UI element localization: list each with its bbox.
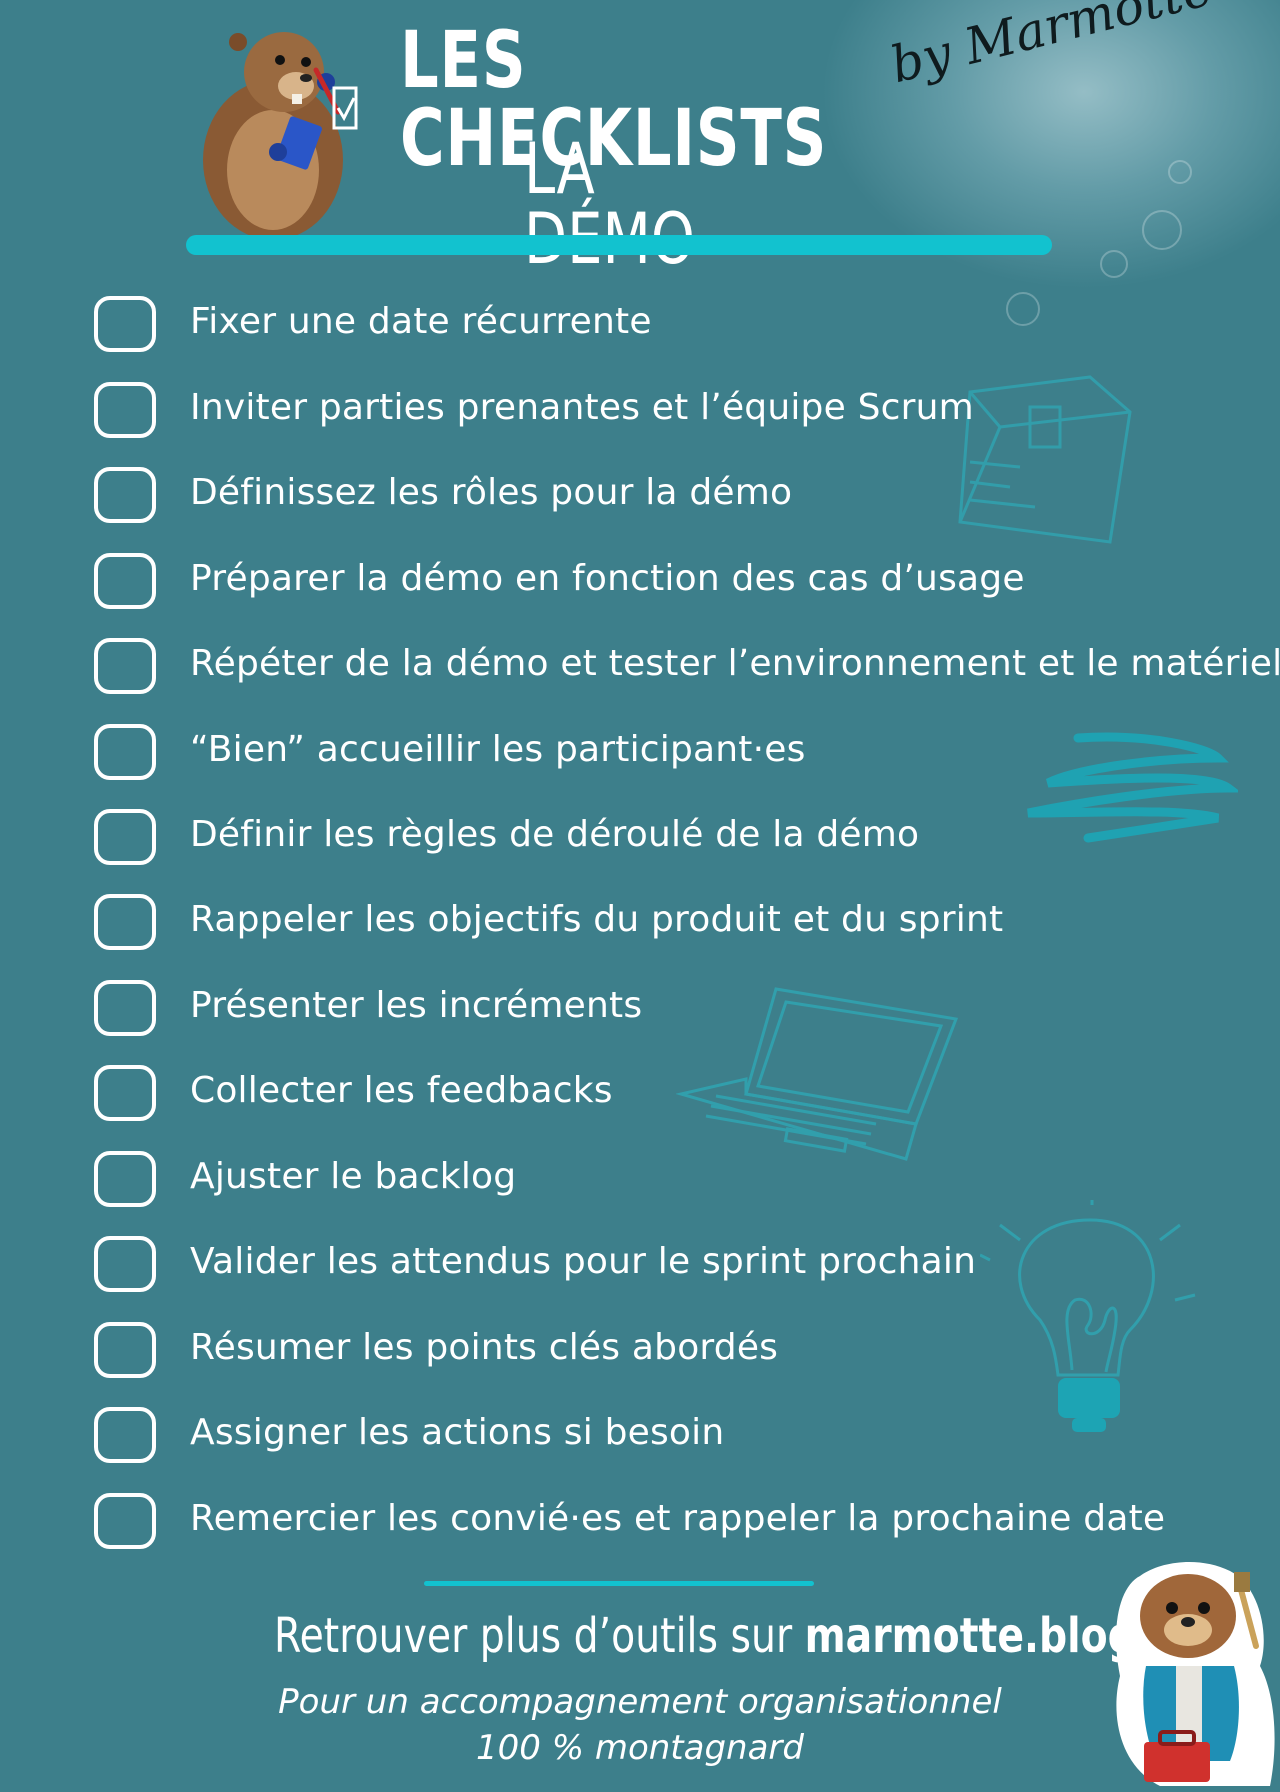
checklist-item[interactable]: Résumer les points clés abordés: [94, 1320, 1274, 1384]
checklist-item-label: Inviter parties prenantes et l’équipe Sc…: [190, 387, 974, 428]
checklist-item[interactable]: “Bien” accueillir les participant·es: [94, 722, 1274, 786]
checklist-item-label: Remercier les convié·es et rappeler la p…: [190, 1498, 1166, 1539]
bubble-decoration: [1100, 250, 1128, 278]
checklist-item-label: Définissez les rôles pour la démo: [190, 472, 793, 513]
checkbox[interactable]: [94, 382, 156, 438]
marmot-with-checklist-icon: [203, 32, 358, 236]
checkbox[interactable]: [94, 1236, 156, 1292]
blog-link[interactable]: marmotte.blog: [805, 1608, 1136, 1664]
checklist-item-label: Collecter les feedbacks: [190, 1070, 613, 1111]
checklist-item[interactable]: Préparer la démo en fonction des cas d’u…: [94, 551, 1274, 615]
checklist-item-label: Valider les attendus pour le sprint proc…: [190, 1241, 977, 1282]
checkbox[interactable]: [94, 638, 156, 694]
footer-tagline-line1: Pour un accompagnement organisationnel: [278, 1682, 1002, 1722]
footer-cta: Retrouver plus d’outils sur marmotte.blo…: [274, 1608, 1136, 1664]
checklist-item-label: Définir les règles de déroulé de la démo: [190, 814, 920, 855]
checklist-item[interactable]: Remercier les convié·es et rappeler la p…: [94, 1491, 1274, 1555]
checklist-poster: LES CHECKLISTS LA DÉMO by Marmotte: [0, 0, 1280, 1792]
checkbox[interactable]: [94, 1493, 156, 1549]
checklist-item[interactable]: Rappeler les objectifs du produit et du …: [94, 892, 1274, 956]
checklist-item-label: Rappeler les objectifs du produit et du …: [190, 899, 1004, 940]
checklist-item[interactable]: Ajuster le backlog: [94, 1149, 1274, 1213]
checkbox[interactable]: [94, 980, 156, 1036]
checkbox[interactable]: [94, 1322, 156, 1378]
checklist-item-label: Fixer une date récurrente: [190, 301, 652, 342]
footer-tagline-line2: 100 % montagnard: [476, 1728, 804, 1768]
checkbox[interactable]: [94, 724, 156, 780]
checklist-item[interactable]: Collecter les feedbacks: [94, 1063, 1274, 1127]
footer-cta-prefix: Retrouver plus d’outils sur: [274, 1608, 805, 1664]
checklist-item[interactable]: Présenter les incréments: [94, 978, 1274, 1042]
checklist-item-label: Préparer la démo en fonction des cas d’u…: [190, 558, 1025, 599]
checkbox[interactable]: [94, 296, 156, 352]
checklist-item-label: Ajuster le backlog: [190, 1156, 517, 1197]
title-underline: [186, 235, 1052, 255]
checklist-item-label: “Bien” accueillir les participant·es: [190, 729, 806, 770]
marmot-with-toolbox-icon: [1116, 1561, 1275, 1786]
checkbox[interactable]: [94, 1151, 156, 1207]
checklist-item[interactable]: Valider les attendus pour le sprint proc…: [94, 1234, 1274, 1298]
checkbox[interactable]: [94, 809, 156, 865]
footer-divider: [424, 1581, 814, 1586]
checklist-item-label: Résumer les points clés abordés: [190, 1327, 779, 1368]
checkbox[interactable]: [94, 1065, 156, 1121]
checklist-item[interactable]: Définissez les rôles pour la démo: [94, 465, 1274, 529]
checklist-item[interactable]: Assigner les actions si besoin: [94, 1405, 1274, 1469]
checkbox[interactable]: [94, 894, 156, 950]
checklist-item[interactable]: Fixer une date récurrente: [94, 294, 1274, 358]
checkbox[interactable]: [94, 1407, 156, 1463]
checklist-item[interactable]: Définir les règles de déroulé de la démo: [94, 807, 1274, 871]
checklist-item[interactable]: Répéter de la démo et tester l’environne…: [94, 636, 1280, 700]
checklist-item-label: Assigner les actions si besoin: [190, 1412, 725, 1453]
checklist-item[interactable]: Inviter parties prenantes et l’équipe Sc…: [94, 380, 1274, 444]
bubble-decoration: [1142, 210, 1182, 250]
checklist-item-label: Répéter de la démo et tester l’environne…: [190, 643, 1280, 684]
checkbox[interactable]: [94, 467, 156, 523]
bubble-decoration: [1168, 160, 1192, 184]
checklist-item-label: Présenter les incréments: [190, 985, 643, 1026]
checkbox[interactable]: [94, 553, 156, 609]
